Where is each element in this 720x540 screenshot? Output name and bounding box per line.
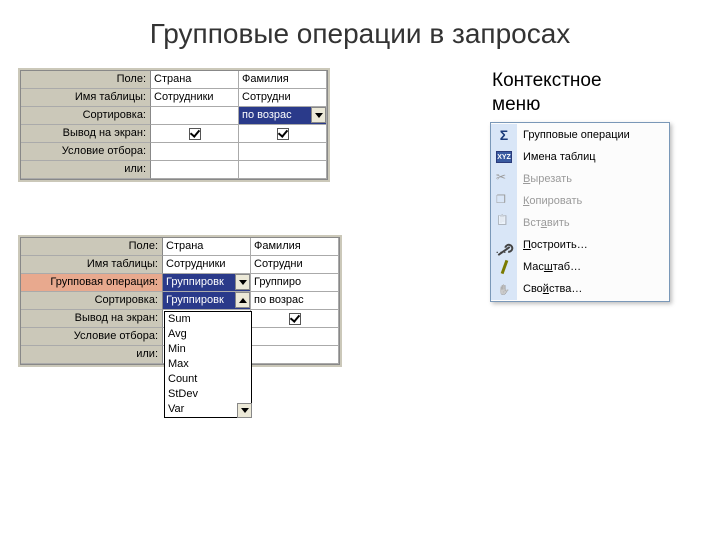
xyz-icon: XYZ [491, 146, 517, 168]
cell-table-2[interactable]: Сотрудни [251, 256, 339, 274]
dropdown-toggle-up[interactable] [235, 292, 250, 308]
dropdown-item-stdev[interactable]: StDev [165, 387, 251, 402]
row-label-groupop: Групповая операция: [21, 274, 163, 292]
context-menu-label-1: Контекстное [492, 70, 602, 93]
cell-table-1[interactable]: Сотрудники [163, 256, 251, 274]
ctx-label: Построить… [517, 239, 668, 251]
chevron-down-icon [239, 280, 247, 285]
ctx-label: Вырезать [517, 173, 668, 185]
group-value-1: Группировк [166, 276, 224, 288]
row-label-field: Поле: [21, 238, 163, 256]
query-grid-1: Поле: Страна Фамилия Имя таблицы: Сотруд… [20, 70, 328, 180]
dropdown-item-sum[interactable]: Sum [165, 312, 251, 327]
properties-icon [491, 278, 517, 300]
cell-show-2[interactable] [251, 310, 339, 328]
cell-field-1[interactable]: Страна [163, 238, 251, 256]
cell-sort-2[interactable]: по возрас [239, 107, 327, 125]
row-label-or: или: [21, 346, 163, 364]
ctx-label: Групповые операции [517, 129, 668, 141]
cell-field-1[interactable]: Страна [151, 71, 239, 89]
ctx-label: Свойства… [517, 283, 668, 295]
cell-field-2[interactable]: Фамилия [239, 71, 327, 89]
checkbox-icon[interactable] [289, 313, 301, 325]
cell-table-1[interactable]: Сотрудники [151, 89, 239, 107]
ctx-item-build[interactable]: … Построить… [491, 234, 668, 256]
row-label-field: Поле: [21, 71, 151, 89]
ctx-item-groupops[interactable]: Σ Групповые операции [491, 124, 668, 146]
ctx-item-paste: Вставить [491, 212, 668, 234]
dropdown-item-min[interactable]: Min [165, 342, 251, 357]
ctx-label: Копировать [517, 195, 668, 207]
chevron-up-icon [239, 298, 247, 303]
dropdown-scroll-down[interactable] [237, 403, 252, 418]
cell-or-1[interactable] [151, 161, 239, 179]
build-icon: … [491, 234, 517, 256]
dropdown-item-avg[interactable]: Avg [165, 327, 251, 342]
chevron-down-icon [315, 113, 323, 118]
ctx-item-properties[interactable]: Свойства… [491, 278, 668, 300]
cell-group-2[interactable]: Группиро [251, 274, 339, 292]
row-label-table: Имя таблицы: [21, 256, 163, 274]
cell-sort-1[interactable] [151, 107, 239, 125]
chevron-down-icon [241, 408, 249, 413]
ctx-item-cut: Вырезать [491, 168, 668, 190]
cell-or-2[interactable] [251, 346, 339, 364]
dropdown-item-count[interactable]: Count [165, 372, 251, 387]
dropdown-toggle[interactable] [311, 107, 326, 123]
ctx-item-copy: Копировать [491, 190, 668, 212]
sort-value: по возрас [242, 109, 292, 121]
checkbox-icon[interactable] [277, 128, 289, 140]
copy-icon [491, 190, 517, 212]
row-label-sort: Сортировка: [21, 107, 151, 125]
cell-field-2[interactable]: Фамилия [251, 238, 339, 256]
row-label-show: Вывод на экран: [21, 310, 163, 328]
cell-crit-2[interactable] [239, 143, 327, 161]
ctx-item-tablenames[interactable]: XYZ Имена таблиц [491, 146, 668, 168]
ctx-label: Имена таблиц [517, 151, 668, 163]
sort-value-1: Группировк [166, 294, 224, 306]
dropdown-item-max[interactable]: Max [165, 357, 251, 372]
scissors-icon [491, 168, 517, 190]
cell-sort-2[interactable]: по возрас [251, 292, 339, 310]
cell-crit-1[interactable] [151, 143, 239, 161]
row-label-criteria: Условие отбора: [21, 328, 163, 346]
ctx-label: Вставить [517, 217, 668, 229]
zoom-icon [491, 256, 517, 278]
cell-show-1[interactable] [151, 125, 239, 143]
cell-group-1[interactable]: Группировк [163, 274, 251, 292]
row-label-table: Имя таблицы: [21, 89, 151, 107]
context-menu-label-2: меню [492, 94, 540, 117]
group-function-dropdown[interactable]: Sum Avg Min Max Count StDev Var [164, 311, 252, 418]
cell-table-2[interactable]: Сотрудни [239, 89, 327, 107]
row-label-or: или: [21, 161, 151, 179]
cell-show-2[interactable] [239, 125, 327, 143]
row-label-sort: Сортировка: [21, 292, 163, 310]
cell-sort-1[interactable]: Группировк [163, 292, 251, 310]
paste-icon [491, 212, 517, 234]
context-menu: Σ Групповые операции XYZ Имена таблиц Вы… [490, 122, 670, 302]
slide-title: Групповые операции в запросах [0, 0, 720, 50]
ctx-item-zoom[interactable]: Масштаб… [491, 256, 668, 278]
row-label-criteria: Условие отбора: [21, 143, 151, 161]
row-label-show: Вывод на экран: [21, 125, 151, 143]
cell-crit-2[interactable] [251, 328, 339, 346]
cell-or-2[interactable] [239, 161, 327, 179]
checkbox-icon[interactable] [189, 128, 201, 140]
dropdown-toggle[interactable] [235, 274, 250, 290]
ctx-label: Масштаб… [517, 261, 668, 273]
sigma-icon: Σ [491, 124, 517, 146]
